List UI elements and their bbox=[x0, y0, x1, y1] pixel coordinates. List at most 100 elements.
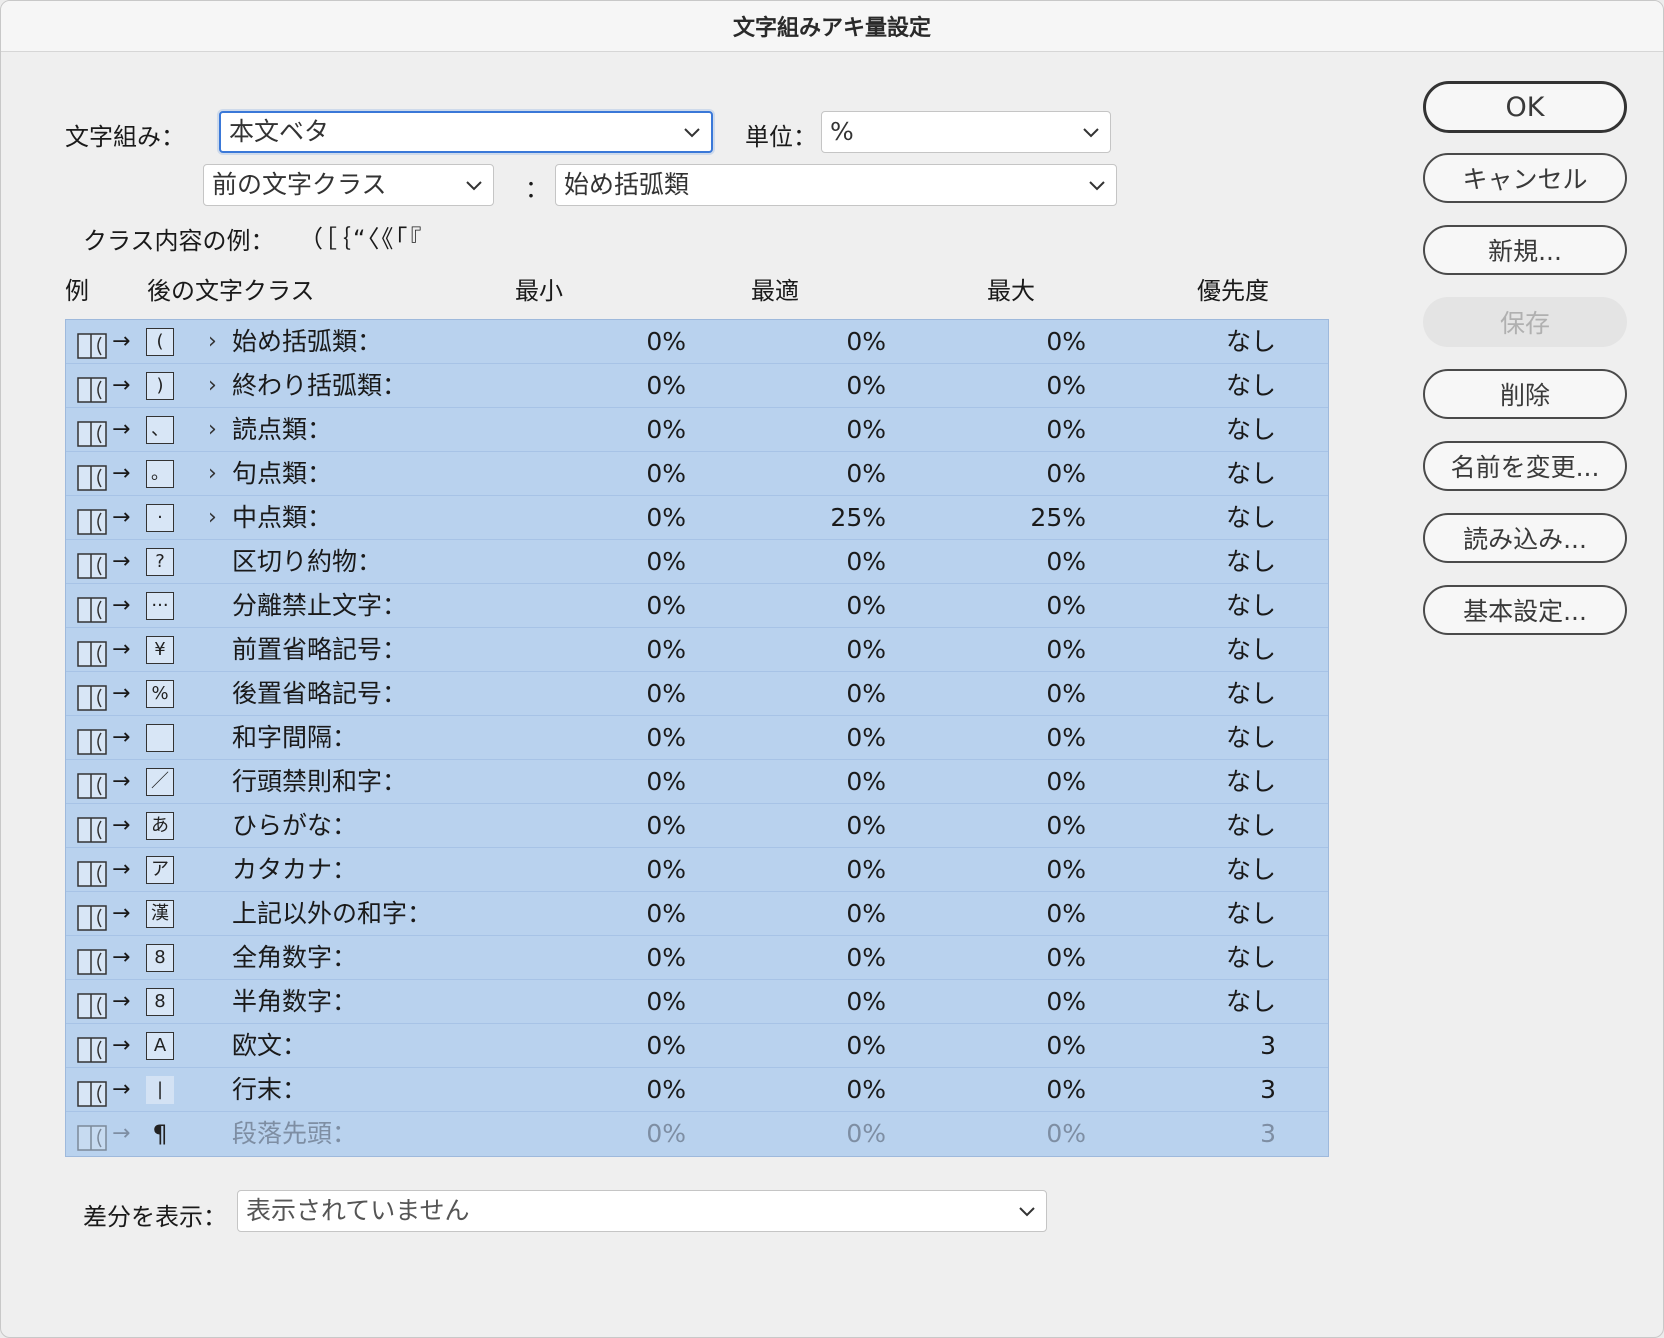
save-button[interactable]: 保存 bbox=[1423, 297, 1627, 347]
max-value[interactable]: 0% bbox=[986, 584, 1086, 628]
table-row[interactable]: → 8 半角数字： 0% 0% 0% なし bbox=[66, 980, 1328, 1024]
priority-value[interactable]: なし bbox=[1176, 760, 1276, 804]
table-row[interactable]: → 漢 上記以外の和字： 0% 0% 0% なし bbox=[66, 892, 1328, 936]
min-value[interactable]: 0% bbox=[586, 1112, 686, 1156]
max-value[interactable]: 0% bbox=[986, 980, 1086, 1024]
table-row[interactable]: → ／ 行頭禁則和字： 0% 0% 0% なし bbox=[66, 760, 1328, 804]
table-row[interactable]: → (› 始め括弧類： 0% 0% 0% なし bbox=[66, 320, 1328, 364]
priority-value[interactable]: なし bbox=[1176, 364, 1276, 408]
priority-value[interactable]: なし bbox=[1176, 936, 1276, 980]
max-value[interactable]: 0% bbox=[986, 364, 1086, 408]
optimal-value[interactable]: 0% bbox=[786, 980, 886, 1024]
max-value[interactable]: 0% bbox=[986, 760, 1086, 804]
optimal-value[interactable]: 0% bbox=[786, 364, 886, 408]
min-value[interactable]: 0% bbox=[586, 584, 686, 628]
optimal-value[interactable]: 0% bbox=[786, 1112, 886, 1156]
chevron-right-icon[interactable]: › bbox=[208, 364, 217, 408]
table-row[interactable]: →% 後置省略記号： 0% 0% 0% なし bbox=[66, 672, 1328, 716]
spacing-table[interactable]: →(› 始め括弧類： 0% 0% 0% なし →) › 終わり括弧類： 0% 0% 0% なし →、 › 読点… bbox=[65, 319, 1329, 1157]
table-row[interactable]: → · › 中点類： 0% 25% 25% なし bbox=[66, 496, 1328, 540]
min-value[interactable]: 0% bbox=[586, 672, 686, 716]
diff-select[interactable]: 表示されていません bbox=[237, 1190, 1047, 1232]
min-value[interactable]: 0% bbox=[586, 716, 686, 760]
priority-value[interactable]: なし bbox=[1176, 540, 1276, 584]
min-value[interactable]: 0% bbox=[586, 892, 686, 936]
optimal-value[interactable]: 25% bbox=[786, 496, 886, 540]
max-value[interactable]: 0% bbox=[986, 320, 1086, 364]
import-button[interactable]: 読み込み... bbox=[1423, 513, 1627, 563]
optimal-value[interactable]: 0% bbox=[786, 936, 886, 980]
optimal-value[interactable]: 0% bbox=[786, 804, 886, 848]
priority-value[interactable]: なし bbox=[1176, 452, 1276, 496]
priority-value[interactable]: なし bbox=[1176, 848, 1276, 892]
table-row[interactable]: → 8 全角数字： 0% 0% 0% なし bbox=[66, 936, 1328, 980]
max-value[interactable]: 25% bbox=[986, 496, 1086, 540]
table-row[interactable]: → | 行末： 0% 0% 0% 3 bbox=[66, 1068, 1328, 1112]
min-value[interactable]: 0% bbox=[586, 848, 686, 892]
table-row[interactable]: → 。 › 句点類： 0% 0% 0% なし bbox=[66, 452, 1328, 496]
min-value[interactable]: 0% bbox=[586, 540, 686, 584]
optimal-value[interactable]: 0% bbox=[786, 848, 886, 892]
priority-value[interactable]: 3 bbox=[1176, 1068, 1276, 1112]
priority-value[interactable]: 3 bbox=[1176, 1112, 1276, 1156]
table-row[interactable]: →) › 終わり括弧類： 0% 0% 0% なし bbox=[66, 364, 1328, 408]
table-row[interactable]: → あ ひらがな： 0% 0% 0% なし bbox=[66, 804, 1328, 848]
optimal-value[interactable]: 0% bbox=[786, 452, 886, 496]
max-value[interactable]: 0% bbox=[986, 936, 1086, 980]
class-select[interactable]: 始め括弧類 bbox=[555, 164, 1117, 206]
min-value[interactable]: 0% bbox=[586, 452, 686, 496]
max-value[interactable]: 0% bbox=[986, 628, 1086, 672]
optimal-value[interactable]: 0% bbox=[786, 584, 886, 628]
priority-value[interactable]: なし bbox=[1176, 584, 1276, 628]
min-value[interactable]: 0% bbox=[586, 496, 686, 540]
max-value[interactable]: 0% bbox=[986, 848, 1086, 892]
rename-button[interactable]: 名前を変更... bbox=[1423, 441, 1627, 491]
max-value[interactable]: 0% bbox=[986, 892, 1086, 936]
priority-value[interactable]: なし bbox=[1176, 716, 1276, 760]
max-value[interactable]: 0% bbox=[986, 1112, 1086, 1156]
min-value[interactable]: 0% bbox=[586, 408, 686, 452]
priority-value[interactable]: 3 bbox=[1176, 1024, 1276, 1068]
optimal-value[interactable]: 0% bbox=[786, 408, 886, 452]
max-value[interactable]: 0% bbox=[986, 452, 1086, 496]
min-value[interactable]: 0% bbox=[586, 936, 686, 980]
chevron-right-icon[interactable]: › bbox=[208, 408, 217, 452]
table-row[interactable]: → ア カタカナ： 0% 0% 0% なし bbox=[66, 848, 1328, 892]
chevron-right-icon[interactable]: › bbox=[208, 496, 217, 540]
basic-settings-button[interactable]: 基本設定... bbox=[1423, 585, 1627, 635]
max-value[interactable]: 0% bbox=[986, 408, 1086, 452]
priority-value[interactable]: なし bbox=[1176, 804, 1276, 848]
optimal-value[interactable]: 0% bbox=[786, 760, 886, 804]
min-value[interactable]: 0% bbox=[586, 760, 686, 804]
cancel-button[interactable]: キャンセル bbox=[1423, 153, 1627, 203]
optimal-value[interactable]: 0% bbox=[786, 716, 886, 760]
min-value[interactable]: 0% bbox=[586, 1068, 686, 1112]
optimal-value[interactable]: 0% bbox=[786, 1024, 886, 1068]
priority-value[interactable]: なし bbox=[1176, 628, 1276, 672]
max-value[interactable]: 0% bbox=[986, 716, 1086, 760]
min-value[interactable]: 0% bbox=[586, 804, 686, 848]
min-value[interactable]: 0% bbox=[586, 364, 686, 408]
priority-value[interactable]: なし bbox=[1176, 980, 1276, 1024]
chevron-right-icon[interactable]: › bbox=[208, 320, 217, 364]
max-value[interactable]: 0% bbox=[986, 1068, 1086, 1112]
max-value[interactable]: 0% bbox=[986, 1024, 1086, 1068]
priority-value[interactable]: なし bbox=[1176, 496, 1276, 540]
table-row[interactable]: →? 区切り約物： 0% 0% 0% なし bbox=[66, 540, 1328, 584]
mojikumi-select[interactable]: 本文ベタ bbox=[219, 111, 713, 153]
chevron-right-icon[interactable]: › bbox=[208, 452, 217, 496]
table-row[interactable]: → 、 › 読点類： 0% 0% 0% なし bbox=[66, 408, 1328, 452]
new-button[interactable]: 新規... bbox=[1423, 225, 1627, 275]
table-row[interactable]: → A 欧文： 0% 0% 0% 3 bbox=[66, 1024, 1328, 1068]
optimal-value[interactable]: 0% bbox=[786, 892, 886, 936]
priority-value[interactable]: なし bbox=[1176, 320, 1276, 364]
max-value[interactable]: 0% bbox=[986, 672, 1086, 716]
class-direction-select[interactable]: 前の文字クラス bbox=[203, 164, 494, 206]
min-value[interactable]: 0% bbox=[586, 1024, 686, 1068]
delete-button[interactable]: 削除 bbox=[1423, 369, 1627, 419]
optimal-value[interactable]: 0% bbox=[786, 540, 886, 584]
unit-select[interactable]: % bbox=[821, 111, 1111, 153]
priority-value[interactable]: なし bbox=[1176, 672, 1276, 716]
optimal-value[interactable]: 0% bbox=[786, 320, 886, 364]
max-value[interactable]: 0% bbox=[986, 804, 1086, 848]
